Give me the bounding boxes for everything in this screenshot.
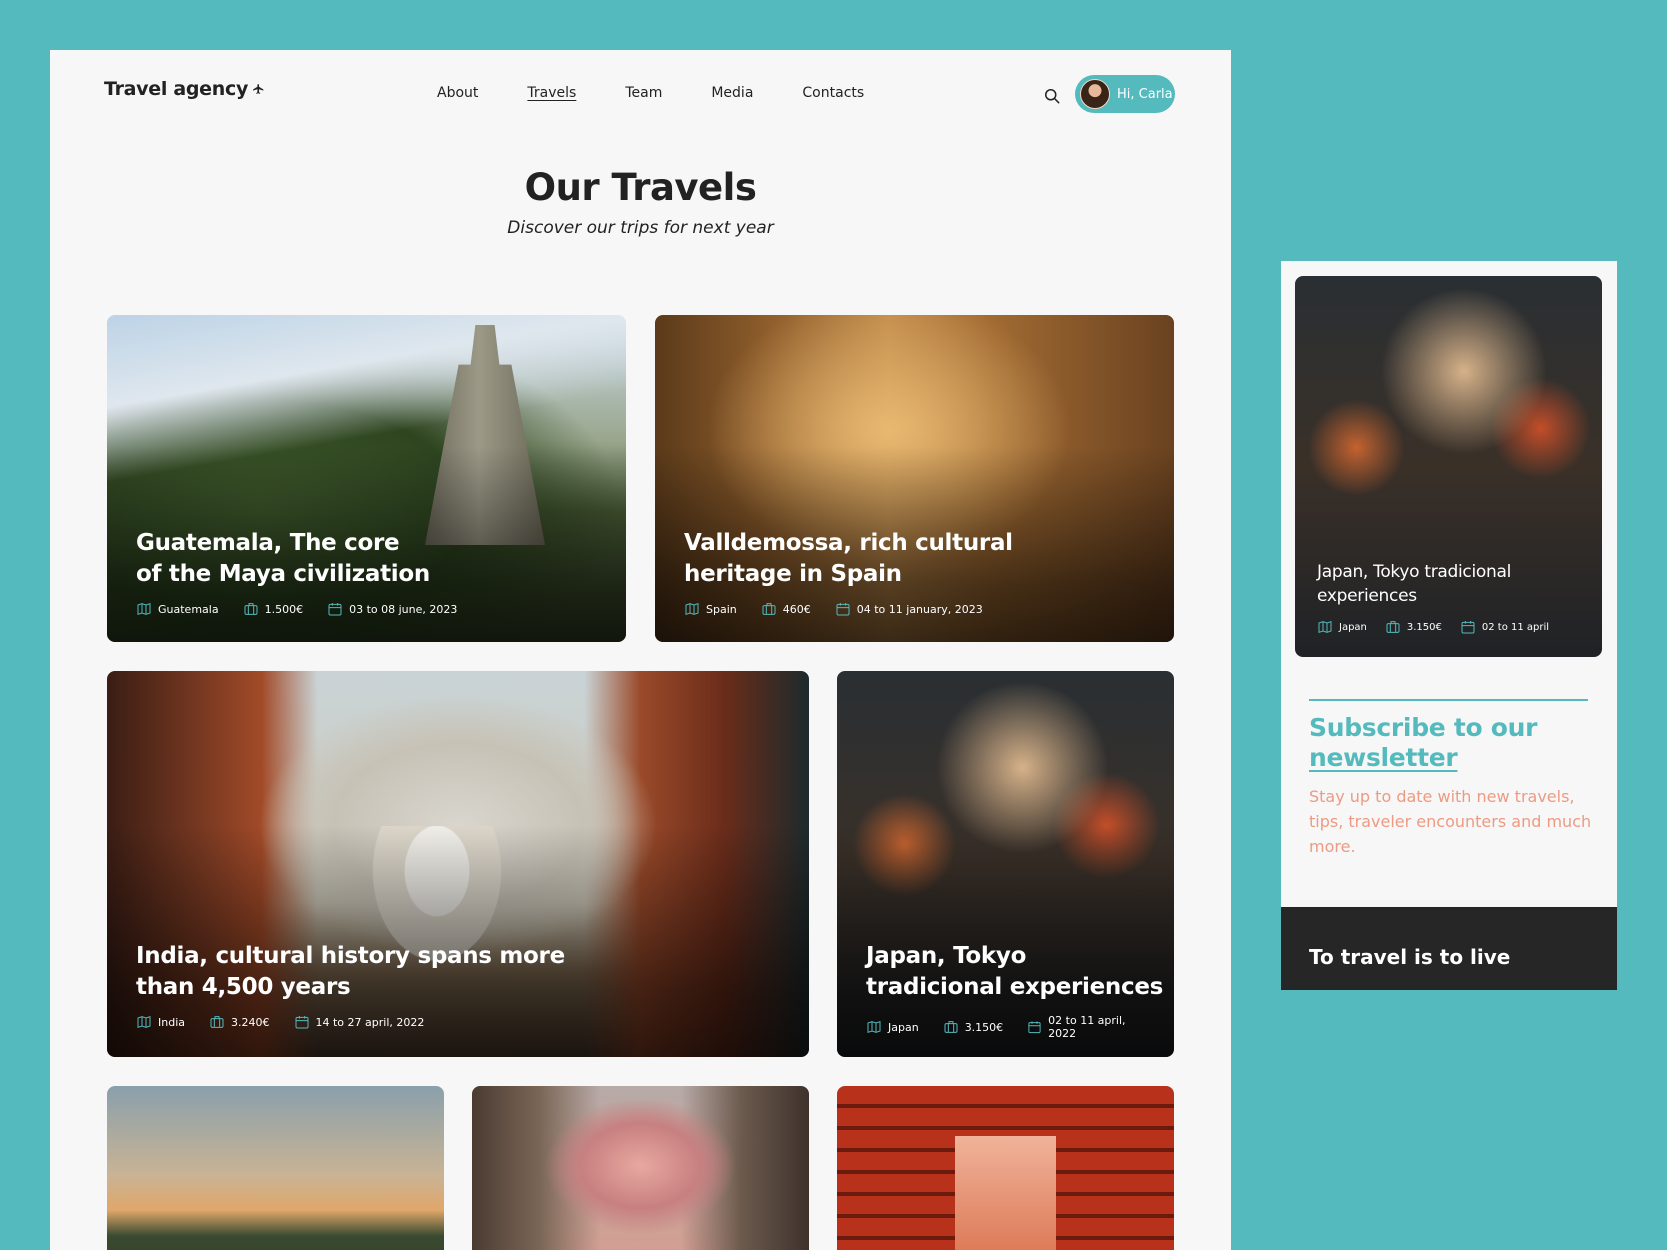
card-country: Japan (888, 1020, 919, 1034)
map-icon (137, 1015, 151, 1029)
suitcase-icon (762, 603, 776, 615)
brand-logo[interactable]: Travel agency (104, 78, 265, 100)
page-subtitle: Discover our trips for next year (507, 218, 774, 238)
suitcase-icon (244, 603, 258, 615)
card-title: Valldemossa, rich cultural heritage in S… (684, 530, 1013, 587)
travel-card-japan[interactable]: Japan, Tokyo tradicional experiences Jap… (837, 671, 1174, 1057)
card-dates: 14 to 27 april, 2022 (315, 1015, 425, 1029)
card-price: 460€ (782, 602, 811, 616)
travel-card-india[interactable]: India, cultural history spans more than … (107, 671, 809, 1057)
travel-card-spain[interactable]: Valldemossa, rich cultural heritage in S… (655, 315, 1174, 642)
card-dates: 03 to 08 june, 2023 (349, 602, 458, 616)
card-title: Japan, Tokyo tradicional experiences (866, 943, 1164, 1000)
card-dates: 02 to 11 april, 2022 (1048, 1014, 1126, 1040)
page-title: Our Travels (524, 166, 757, 209)
footer-tagline: To travel is to live (1309, 945, 1511, 969)
calendar-icon (1028, 1021, 1041, 1034)
card-country: Japan (1339, 621, 1367, 633)
suitcase-icon (1386, 621, 1400, 633)
card-meta: India 3.240€ 14 to 27 april, 2022 (136, 1014, 448, 1030)
map-icon (685, 602, 699, 616)
nav-about[interactable]: About (437, 85, 478, 101)
card-price: 3.150€ (964, 1020, 1004, 1034)
card-dates: 02 to 11 april (1481, 621, 1550, 633)
main-menu: About Travels Team Media Contacts (437, 85, 913, 101)
travel-card-bottom-2[interactable] (472, 1086, 809, 1250)
brand-name: Travel agency (104, 78, 249, 100)
plane-icon (253, 83, 264, 94)
map-icon (867, 1020, 881, 1034)
card-country: Spain (706, 602, 737, 616)
avatar (1080, 79, 1110, 109)
nav-travels[interactable]: Travels (527, 85, 576, 101)
card-meta: Guatemala 1.500€ 03 to 08 june, 2023 (136, 601, 481, 617)
card-meta: Spain 460€ 04 to 11 january, 2023 (684, 601, 1007, 617)
newsletter-description: Stay up to date with new travels, tips, … (1309, 787, 1592, 856)
card-title: Japan, Tokyo tradicional experiences (1317, 562, 1511, 606)
card-country: Guatemala (158, 602, 219, 616)
suitcase-icon (944, 1021, 958, 1033)
travel-card-bottom-1[interactable] (107, 1086, 444, 1250)
calendar-icon (836, 603, 850, 616)
travel-card-guatemala[interactable]: Guatemala, The core of the Maya civiliza… (107, 315, 626, 642)
calendar-icon (295, 1016, 308, 1029)
newsletter-link[interactable]: newsletter (1309, 743, 1458, 772)
calendar-icon (1461, 621, 1475, 634)
card-title: India, cultural history spans more than … (136, 943, 565, 1000)
card-country: India (158, 1015, 185, 1029)
user-menu-button[interactable]: Hi, Carla (1075, 75, 1175, 113)
card-meta: Japan 3.150€ 02 to 11 april (1317, 619, 1567, 635)
nav-contacts[interactable]: Contacts (802, 85, 864, 101)
desktop-page: Travel agency About Travels Team Media C… (50, 50, 1231, 1250)
card-price: 3.150€ (1406, 621, 1442, 633)
card-meta: Japan 3.150€ 02 to 11 april, 2022 (866, 1014, 1174, 1040)
nav-media[interactable]: Media (711, 85, 753, 101)
top-navigation: Travel agency About Travels Team Media C… (50, 50, 1231, 160)
mobile-preview: Japan, Tokyo tradicional experiences Jap… (1281, 261, 1617, 990)
mobile-travel-card-japan[interactable]: Japan, Tokyo tradicional experiences Jap… (1295, 276, 1602, 657)
search-icon[interactable] (1042, 86, 1062, 106)
nav-team[interactable]: Team (625, 85, 662, 101)
card-price: 1.500€ (264, 602, 304, 616)
user-greeting: Hi, Carla (1117, 86, 1173, 102)
mobile-footer: To travel is to live (1281, 907, 1617, 990)
card-dates: 04 to 11 january, 2023 (856, 602, 983, 616)
card-title: Guatemala, The core of the Maya civiliza… (136, 530, 430, 587)
newsletter-divider (1309, 699, 1588, 701)
map-icon (137, 602, 151, 616)
newsletter-title-text: Subscribe to our (1309, 713, 1538, 742)
suitcase-icon (210, 1016, 224, 1028)
calendar-icon (328, 603, 342, 616)
card-price: 3.240€ (231, 1015, 270, 1029)
map-icon (1318, 620, 1332, 634)
travel-card-bottom-3[interactable] (837, 1086, 1174, 1250)
newsletter-title: Subscribe to our newsletter (1309, 713, 1589, 773)
